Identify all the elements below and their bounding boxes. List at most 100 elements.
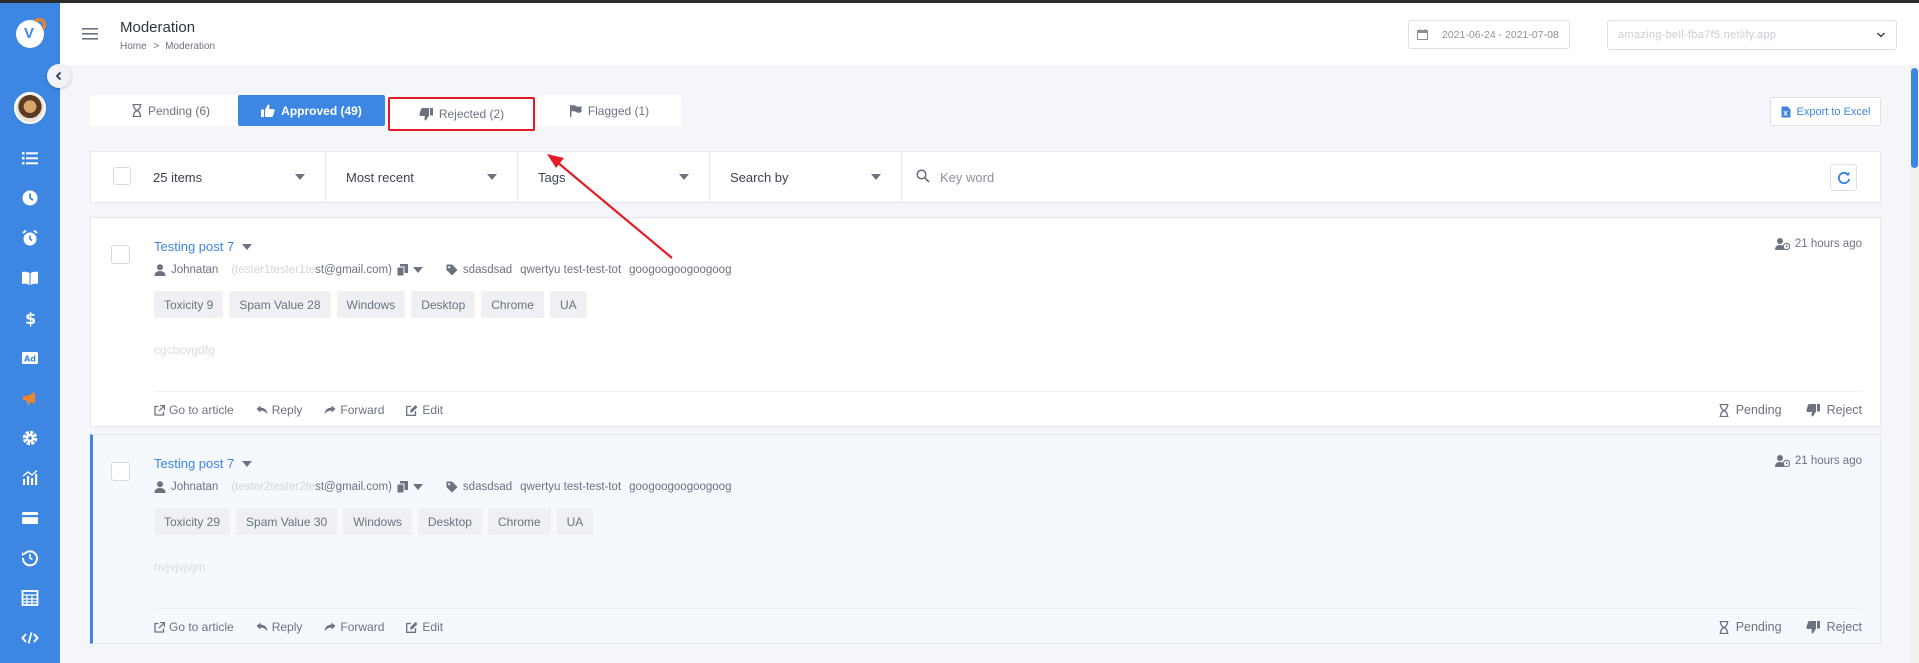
go-to-article-link[interactable]: Go to article	[154, 620, 234, 634]
pending-label: Pending	[1735, 403, 1782, 417]
comment-time-value: 21 hours ago	[1794, 238, 1862, 250]
dollar-icon[interactable]: $	[18, 307, 42, 329]
breadcrumb-separator: >	[153, 41, 160, 52]
svg-text:$: $	[25, 309, 36, 327]
megaphone-icon[interactable]	[18, 387, 42, 409]
menu-toggle-icon[interactable]	[82, 28, 98, 43]
browser-badge: Chrome	[481, 291, 544, 318]
external-link-icon	[154, 404, 165, 416]
pending-button[interactable]: Pending	[1719, 620, 1782, 634]
tab-flagged-label: Flagged (1)	[587, 103, 650, 118]
tags-select[interactable]: Tags	[517, 152, 709, 202]
tab-rejected[interactable]: Rejected (2)	[388, 97, 535, 131]
tab-approved-label: Approved (49)	[281, 103, 362, 118]
keyword-search-input[interactable]: Key word	[901, 152, 1881, 202]
list-icon[interactable]	[18, 147, 42, 169]
tab-pending[interactable]: Pending (6)	[90, 95, 252, 126]
pending-button[interactable]: Pending	[1719, 403, 1782, 417]
scrollbar-thumb[interactable]	[1911, 68, 1918, 168]
email-prefix: (tester1tester1te	[231, 264, 316, 276]
comment-checkbox[interactable]	[111, 462, 130, 481]
comment-actions: Go to article Reply Forward Edit	[154, 403, 443, 417]
reply-button[interactable]: Reply	[256, 403, 302, 417]
copy-icon[interactable]	[396, 264, 408, 276]
tag-icon	[446, 264, 458, 276]
date-range-picker[interactable]: 2021-06-24 - 2021-07-08	[1408, 20, 1570, 49]
device-badge: Desktop	[417, 508, 482, 535]
reject-label: Reject	[1826, 403, 1862, 417]
post-title-link[interactable]: Testing post 7	[154, 239, 234, 254]
search-by-select[interactable]: Search by	[709, 152, 901, 202]
tab-flagged[interactable]: Flagged (1)	[538, 95, 681, 126]
user-clock-icon	[1774, 455, 1790, 467]
thumbs-down-icon	[1805, 403, 1820, 416]
sidebar-collapse-button[interactable]	[47, 64, 71, 88]
comment-tag: googoogoogoogoog	[629, 481, 732, 493]
country-badge: UA	[549, 291, 587, 318]
comment-post-title[interactable]: Testing post 7	[154, 456, 253, 471]
reply-label: Reply	[271, 620, 303, 634]
code-icon[interactable]	[18, 627, 42, 649]
caret-down-icon[interactable]	[242, 243, 253, 250]
caret-down-icon	[871, 174, 881, 180]
avatar[interactable]	[14, 92, 46, 124]
caret-down-icon[interactable]	[412, 267, 423, 273]
breadcrumb-home[interactable]: Home	[120, 41, 147, 52]
top-edge	[0, 0, 1919, 3]
external-link-icon	[154, 621, 165, 633]
clock-icon[interactable]	[18, 187, 42, 209]
history-icon[interactable]	[18, 547, 42, 569]
spam-badge: Spam Value 28	[229, 291, 331, 318]
book-icon[interactable]	[18, 267, 42, 289]
post-title-link[interactable]: Testing post 7	[154, 456, 234, 471]
export-excel-button[interactable]: X Export to Excel	[1770, 97, 1881, 126]
site-select[interactable]: amazing-bell-fba7f5.netlify.app	[1607, 20, 1897, 50]
comment-author: Johnatan	[171, 264, 219, 276]
table-icon[interactable]	[18, 587, 42, 609]
comment-time: 21 hours ago	[1774, 238, 1862, 250]
comment-tag: sdasdsad	[462, 264, 513, 276]
go-to-article-link[interactable]: Go to article	[154, 403, 234, 417]
reject-button[interactable]: Reject	[1805, 403, 1862, 417]
chart-icon[interactable]	[18, 467, 42, 489]
forward-button[interactable]: Forward	[324, 403, 384, 417]
forward-button[interactable]: Forward	[324, 620, 384, 634]
alarm-icon[interactable]	[18, 227, 42, 249]
comment-tag: sdasdsad	[462, 481, 513, 493]
thumbs-up-icon	[261, 104, 275, 117]
refresh-icon	[1837, 171, 1850, 184]
comment-time: 21 hours ago	[1774, 455, 1862, 467]
chevron-left-icon	[55, 71, 62, 81]
ad-icon[interactable]: Ad	[18, 347, 42, 369]
reject-button[interactable]: Reject	[1805, 620, 1862, 634]
comment-badges: Toxicity 9 Spam Value 28 Windows Desktop…	[154, 291, 587, 318]
gear-icon[interactable]	[18, 427, 42, 449]
tab-approved[interactable]: Approved (49)	[238, 95, 385, 126]
chevron-down-icon	[1876, 32, 1886, 38]
os-badge: Windows	[343, 508, 412, 535]
card-icon[interactable]	[18, 507, 42, 529]
comment-checkbox[interactable]	[111, 245, 130, 264]
os-badge: Windows	[336, 291, 406, 318]
refresh-button[interactable]	[1830, 164, 1857, 191]
site-select-value: amazing-bell-fba7f5.netlify.app	[1618, 29, 1777, 41]
sort-value: Most recent	[346, 170, 414, 185]
caret-down-icon[interactable]	[242, 460, 253, 467]
comment-card: Testing post 7 21 hours ago Johnatan (te…	[90, 434, 1881, 644]
email-prefix: (tester2tester2te	[231, 481, 316, 493]
page-size-select[interactable]: 25 items	[91, 152, 325, 202]
edit-button[interactable]: Edit	[406, 620, 443, 634]
sort-select[interactable]: Most recent	[325, 152, 517, 202]
reply-icon	[256, 405, 268, 415]
email-suffix: st@gmail.com)	[315, 481, 392, 493]
edit-button[interactable]: Edit	[406, 403, 443, 417]
email-suffix: st@gmail.com)	[315, 264, 392, 276]
copy-icon[interactable]	[396, 481, 408, 493]
hourglass-icon	[1719, 403, 1729, 417]
user-clock-icon	[1774, 238, 1790, 250]
app-logo[interactable]: V	[16, 18, 46, 48]
comment-post-title[interactable]: Testing post 7	[154, 239, 253, 254]
caret-down-icon[interactable]	[412, 484, 423, 490]
reply-button[interactable]: Reply	[256, 620, 303, 634]
browser-badge: Chrome	[487, 508, 551, 535]
